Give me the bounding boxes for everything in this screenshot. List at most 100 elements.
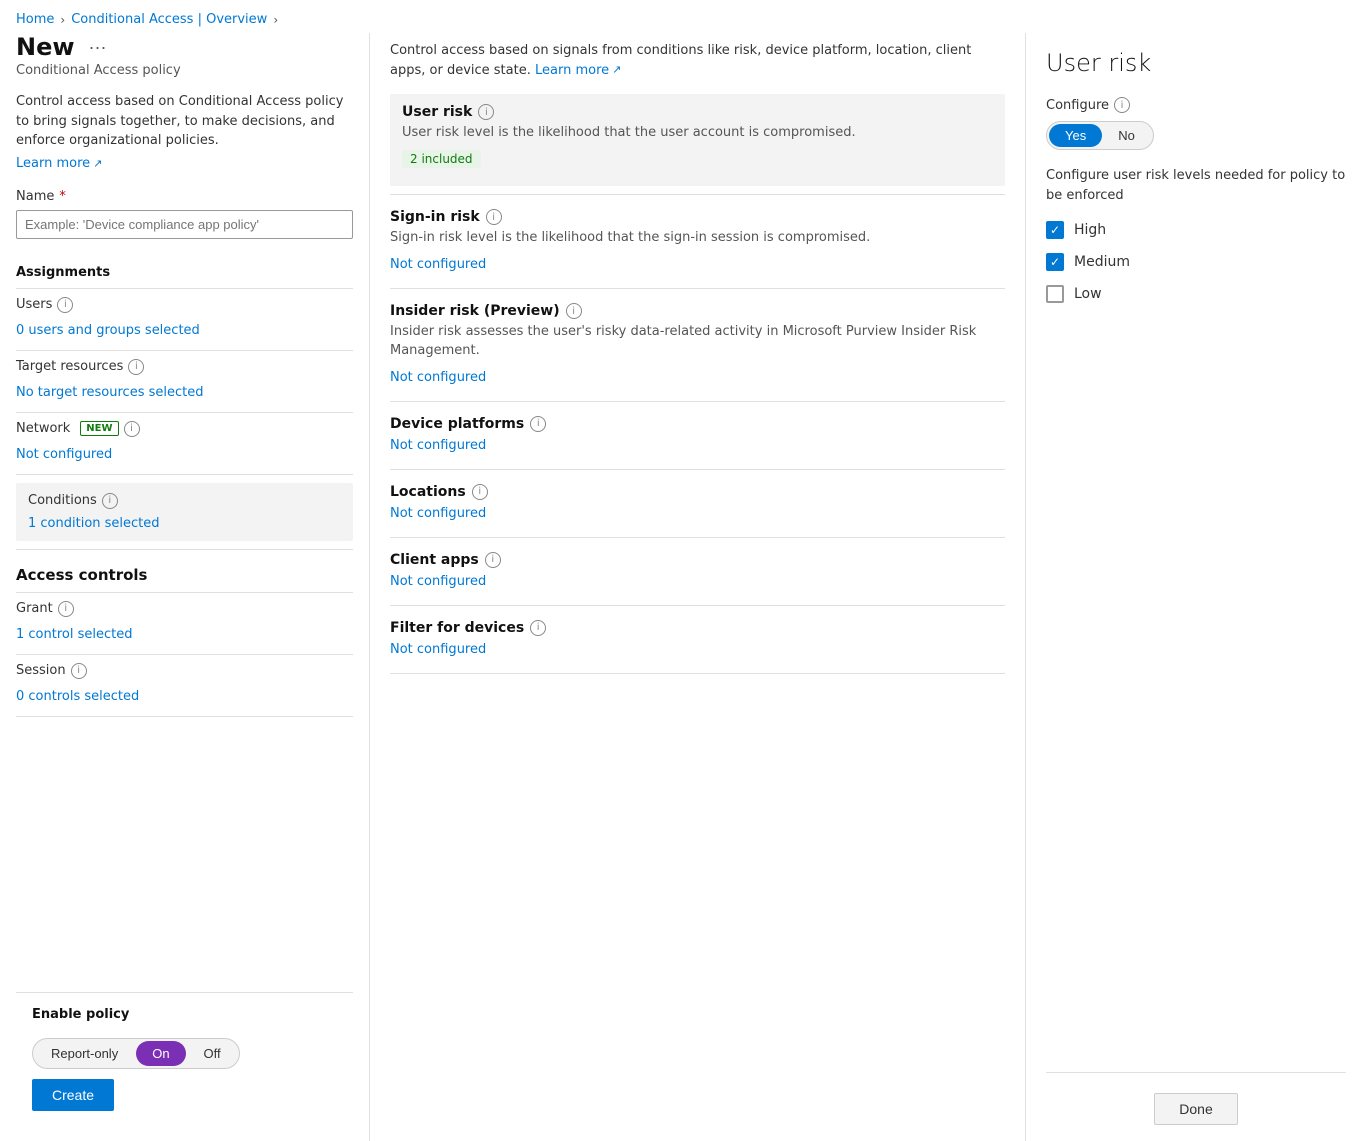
session-info-icon[interactable]: i (71, 663, 87, 679)
learn-more-link-left[interactable]: Learn more ↗ (16, 156, 102, 171)
breadcrumb: Home › Conditional Access | Overview › (0, 0, 1366, 33)
enable-policy-toggle[interactable]: Report-only On Off (32, 1038, 240, 1069)
filter-devices-title: Filter for devices (390, 620, 524, 636)
divider-filter-devices (390, 673, 1005, 674)
network-value[interactable]: Not configured (16, 443, 353, 466)
divider-device-platforms (390, 469, 1005, 470)
breadcrumb-home[interactable]: Home (16, 12, 54, 27)
conditions-value[interactable]: 1 condition selected (28, 516, 160, 531)
access-controls-label: Access controls (16, 566, 353, 584)
client-apps-value[interactable]: Not configured (390, 572, 1005, 597)
conditions-info-icon[interactable]: i (102, 493, 118, 509)
right-panel-title: User risk (1046, 49, 1346, 77)
target-resources-value[interactable]: No target resources selected (16, 381, 353, 404)
policy-name-input[interactable] (16, 210, 353, 239)
filter-devices-value[interactable]: Not configured (390, 640, 1005, 665)
network-info-icon[interactable]: i (124, 421, 140, 437)
session-value[interactable]: 0 controls selected (16, 685, 353, 708)
high-risk-checkmark: ✓ (1050, 223, 1060, 237)
sign-in-risk-description: Sign-in risk level is the likelihood tha… (390, 229, 1005, 247)
locations-title-row: Locations i (390, 484, 1005, 500)
medium-risk-checkbox[interactable]: ✓ (1046, 253, 1064, 271)
user-risk-value[interactable]: 2 included (402, 150, 481, 168)
insider-risk-title-row: Insider risk (Preview) i (390, 303, 1005, 319)
ellipsis-button[interactable]: ··· (83, 35, 113, 60)
grant-value[interactable]: 1 control selected (16, 623, 353, 646)
user-risk-title-row: User risk i (402, 104, 993, 120)
high-risk-label: High (1074, 222, 1106, 238)
no-option[interactable]: No (1102, 124, 1151, 147)
condition-user-risk[interactable]: User risk i User risk level is the likel… (390, 94, 1005, 186)
users-value[interactable]: 0 users and groups selected (16, 319, 353, 342)
device-platforms-title: Device platforms (390, 416, 524, 432)
configure-toggle[interactable]: Yes No (1046, 121, 1154, 150)
condition-insider-risk[interactable]: Insider risk (Preview) i Insider risk as… (390, 303, 1005, 392)
condition-filter-devices[interactable]: Filter for devices i Not configured (390, 620, 1005, 665)
create-button[interactable]: Create (32, 1079, 114, 1111)
right-panel: User risk Configure i Yes No Configure u… (1026, 33, 1366, 1141)
insider-risk-value[interactable]: Not configured (390, 368, 1005, 393)
divider-grant (16, 654, 353, 655)
grant-info-icon[interactable]: i (58, 601, 74, 617)
locations-value[interactable]: Not configured (390, 504, 1005, 529)
external-link-icon: ↗ (93, 157, 102, 170)
users-info-icon[interactable]: i (57, 297, 73, 313)
users-label: Users i (16, 297, 353, 313)
required-indicator: * (59, 189, 66, 204)
client-apps-title: Client apps (390, 552, 479, 568)
divider-conditions (16, 549, 353, 550)
user-risk-description: User risk level is the likelihood that t… (402, 124, 993, 142)
client-apps-title-row: Client apps i (390, 552, 1005, 568)
insider-risk-info-icon[interactable]: i (566, 303, 582, 319)
on-option[interactable]: On (136, 1041, 185, 1066)
yes-option[interactable]: Yes (1049, 124, 1102, 147)
device-platforms-value[interactable]: Not configured (390, 436, 1005, 461)
network-label-row: Network NEW i (16, 421, 353, 437)
divider-user-risk (390, 194, 1005, 195)
condition-device-platforms[interactable]: Device platforms i Not configured (390, 416, 1005, 461)
low-risk-row[interactable]: Low (1046, 285, 1346, 303)
condition-client-apps[interactable]: Client apps i Not configured (390, 552, 1005, 597)
divider-access-controls (16, 592, 353, 593)
medium-risk-row[interactable]: ✓ Medium (1046, 253, 1346, 271)
condition-sign-in-risk[interactable]: Sign-in risk i Sign-in risk level is the… (390, 209, 1005, 280)
insider-risk-title: Insider risk (Preview) (390, 303, 560, 319)
locations-title: Locations (390, 484, 466, 500)
locations-info-icon[interactable]: i (472, 484, 488, 500)
sign-in-risk-info-icon[interactable]: i (486, 209, 502, 225)
middle-learn-more-link[interactable]: Learn more ↗ (535, 61, 621, 81)
high-risk-row[interactable]: ✓ High (1046, 221, 1346, 239)
off-option[interactable]: Off (188, 1041, 237, 1066)
bottom-bar: Enable policy Report-only On Off Create (16, 992, 353, 1125)
sign-in-risk-title-row: Sign-in risk i (390, 209, 1005, 225)
device-platforms-title-row: Device platforms i (390, 416, 1005, 432)
network-new-badge: NEW (80, 421, 118, 436)
middle-description: Control access based on signals from con… (390, 41, 1005, 80)
low-risk-label: Low (1074, 286, 1102, 302)
device-platforms-info-icon[interactable]: i (530, 416, 546, 432)
user-risk-info-icon[interactable]: i (478, 104, 494, 120)
done-button[interactable]: Done (1154, 1093, 1237, 1125)
breadcrumb-conditional-access[interactable]: Conditional Access | Overview (71, 12, 267, 27)
report-only-option[interactable]: Report-only (35, 1041, 134, 1066)
high-risk-checkbox[interactable]: ✓ (1046, 221, 1064, 239)
target-resources-info-icon[interactable]: i (128, 359, 144, 375)
conditions-box[interactable]: Conditions i 1 condition selected (16, 483, 353, 541)
filter-devices-info-icon[interactable]: i (530, 620, 546, 636)
sign-in-risk-value[interactable]: Not configured (390, 255, 1005, 280)
condition-locations[interactable]: Locations i Not configured (390, 484, 1005, 529)
medium-risk-label: Medium (1074, 254, 1130, 270)
name-field-label: Name * (16, 189, 353, 204)
client-apps-info-icon[interactable]: i (485, 552, 501, 568)
divider-session (16, 716, 353, 717)
low-risk-checkbox[interactable] (1046, 285, 1064, 303)
divider-insider-risk (390, 401, 1005, 402)
divider-target-resources (16, 412, 353, 413)
configure-info-icon[interactable]: i (1114, 97, 1130, 113)
assignments-label: Assignments (16, 265, 353, 280)
conditions-label: Conditions i (28, 493, 341, 509)
left-panel: New ··· Conditional Access policy Contro… (0, 33, 370, 1141)
divider-users (16, 350, 353, 351)
user-risk-title: User risk (402, 104, 472, 120)
breadcrumb-chevron-1: › (60, 13, 65, 27)
